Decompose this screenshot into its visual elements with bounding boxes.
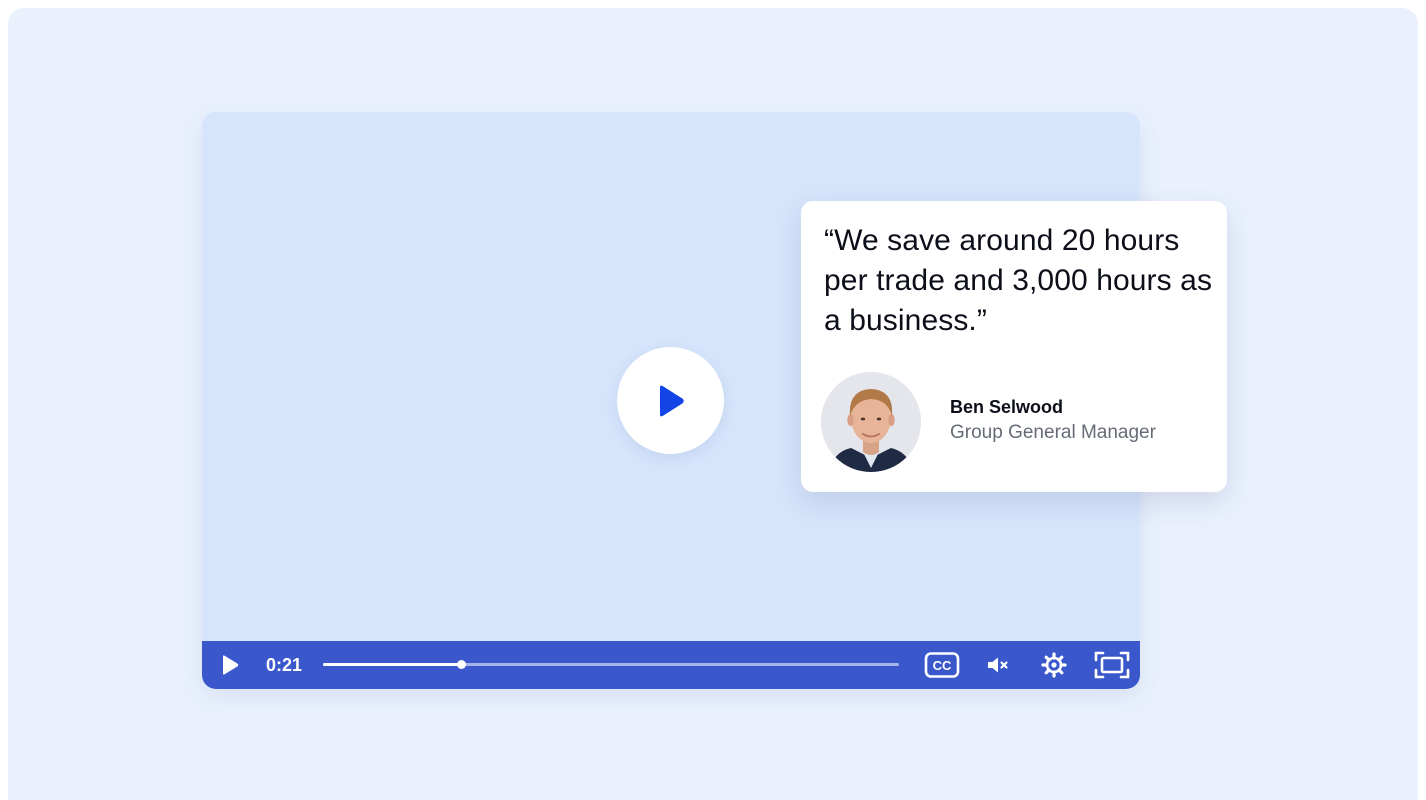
fullscreen-button[interactable]	[1093, 650, 1131, 680]
avatar	[821, 372, 921, 472]
play-icon	[223, 655, 239, 675]
volume-muted-icon	[988, 657, 1008, 673]
fullscreen-icon	[1094, 651, 1130, 679]
progress-handle[interactable]	[457, 660, 467, 669]
testimonial-card: “We save around 20 hours per trade and 3…	[801, 201, 1227, 492]
mute-button[interactable]	[985, 653, 1011, 677]
play-icon	[659, 385, 684, 416]
closed-captions-icon: CC	[924, 652, 960, 678]
play-button[interactable]	[218, 653, 242, 677]
person-name: Ben Selwood	[950, 397, 1064, 417]
svg-text:CC: CC	[933, 658, 952, 673]
current-time: 0:21	[266, 655, 303, 675]
control-bar: 0:21 CC	[202, 641, 1140, 689]
settings-button[interactable]	[1040, 651, 1068, 679]
big-play-button[interactable]	[617, 347, 724, 454]
captions-button[interactable]: CC	[924, 651, 960, 679]
gear-icon	[1041, 652, 1067, 678]
testimonial-quote: “We save around 20 hours per trade and 3…	[824, 224, 1213, 337]
progress-slider[interactable]	[323, 660, 899, 669]
person-role: Group General Manager	[950, 422, 1156, 443]
progress-fill	[323, 663, 462, 666]
